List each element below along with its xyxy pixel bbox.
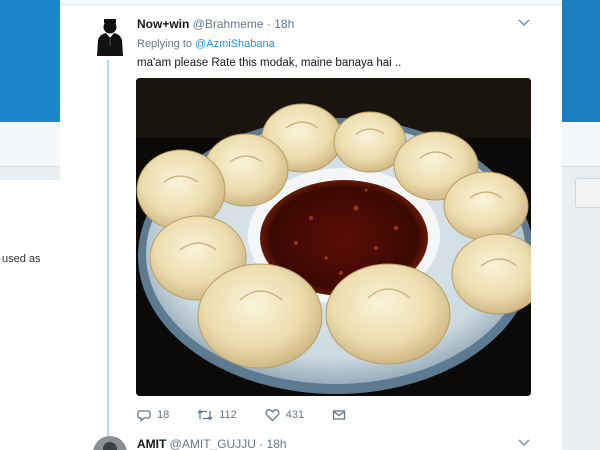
separator-dot: · [266, 17, 271, 31]
next-tweet-header: AMIT @AMIT_GUJJU · 18h [137, 437, 287, 450]
like-count: 431 [285, 409, 305, 421]
like-icon [265, 409, 280, 422]
next-display-name[interactable]: AMIT [137, 437, 166, 450]
retweet-count: 112 [219, 409, 237, 421]
dumplings-photo [136, 78, 531, 396]
reply-count: 18 [157, 409, 170, 421]
background-text: used as [2, 253, 41, 265]
next-tweet-avatar[interactable] [93, 436, 127, 450]
tweet-photo[interactable] [136, 78, 531, 396]
tweet-header: Now+win @Brahmeme · 18h [137, 17, 294, 31]
replying-to-link[interactable]: @AzmiShabana [195, 38, 275, 50]
chevron-down-icon[interactable] [516, 436, 532, 450]
user-avatar-icon [93, 436, 127, 450]
timestamp[interactable]: 18h [274, 17, 294, 31]
modal-top-border [60, 0, 562, 5]
avatar[interactable] [94, 18, 126, 56]
tweet-text: ma'am please Rate this modak, maine bana… [137, 57, 402, 69]
retweet-icon [197, 409, 213, 421]
anonymous-avatar-icon [94, 18, 126, 56]
background-card [0, 180, 60, 450]
next-timestamp[interactable]: 18h [267, 437, 287, 450]
background-button [575, 178, 600, 208]
thread-connector-line [107, 60, 109, 438]
replying-to-label: Replying to [137, 38, 193, 50]
tweet-actions: 18 112 431 [137, 406, 380, 424]
replying-to: Replying to @AzmiShabana [137, 38, 275, 50]
tweet-modal: Now+win @Brahmeme · 18h Replying to @Azm… [60, 0, 562, 450]
next-user-handle[interactable]: @AMIT_GUJJU [170, 437, 256, 450]
reply-icon [137, 410, 151, 422]
retweet-button[interactable]: 112 [197, 408, 237, 422]
user-handle[interactable]: @Brahmeme [193, 17, 264, 31]
next-separator-dot: · [259, 437, 264, 450]
display-name[interactable]: Now+win [137, 17, 189, 31]
like-button[interactable]: 431 [265, 408, 304, 422]
direct-message-icon [333, 410, 346, 420]
page-header-banner-edge [562, 0, 600, 122]
reply-button[interactable]: 18 [137, 408, 169, 422]
direct-message-button[interactable] [332, 408, 352, 422]
chevron-down-icon[interactable] [516, 16, 532, 30]
